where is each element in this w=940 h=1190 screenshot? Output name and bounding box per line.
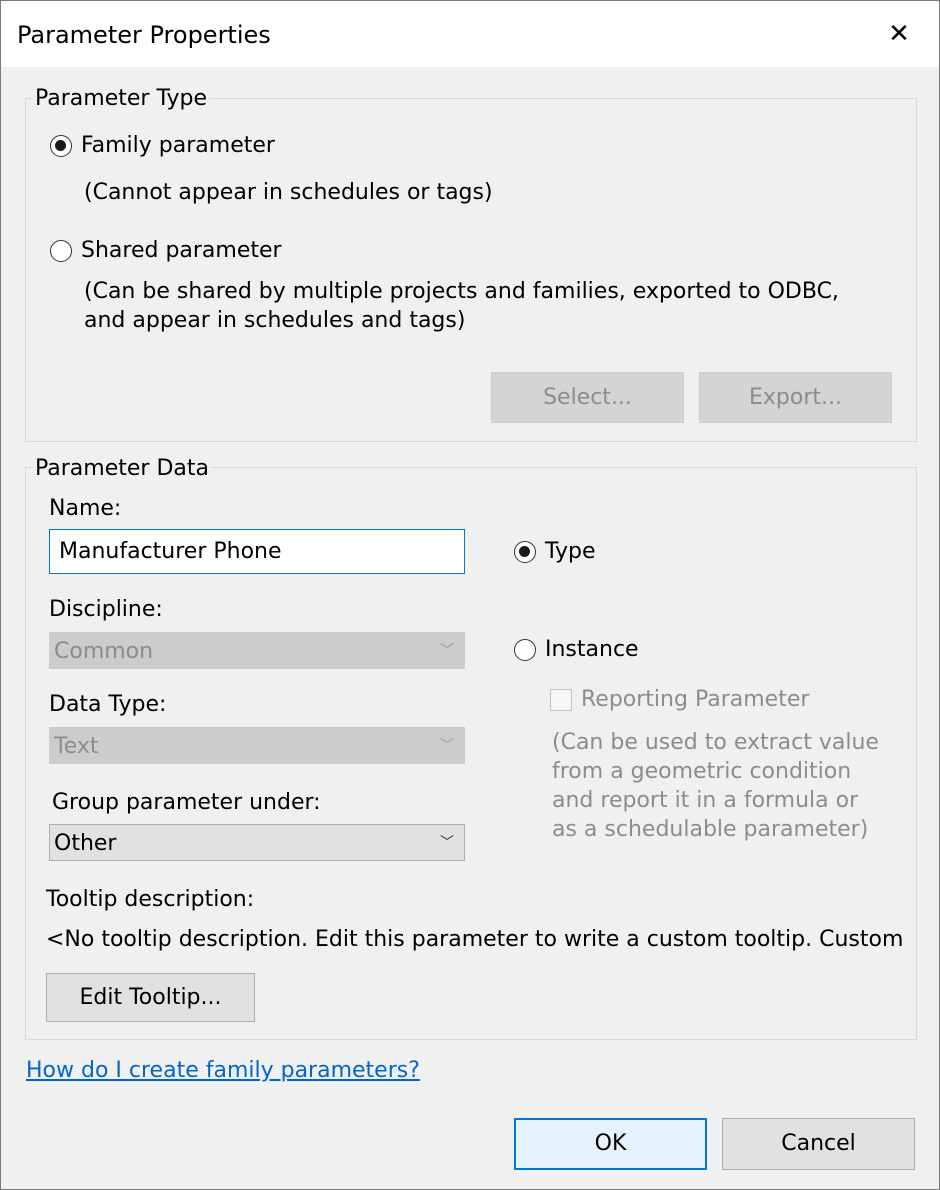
export-button[interactable]: Export... xyxy=(699,372,892,423)
reporting-parameter-checkbox[interactable] xyxy=(550,689,572,711)
group-parameter-value: Other xyxy=(54,831,117,856)
parameter-type-legend: Parameter Type xyxy=(33,85,209,113)
shared-parameter-radio[interactable] xyxy=(50,240,72,262)
reporting-parameter-note: (Can be used to extract value from a geo… xyxy=(552,730,879,842)
shared-parameter-note: (Can be shared by multiple projects and … xyxy=(84,279,839,333)
instance-label[interactable]: Instance xyxy=(545,636,639,664)
tooltip-description-text: <No tooltip description. Edit this param… xyxy=(46,927,904,952)
parameter-data-legend: Parameter Data xyxy=(33,455,211,483)
discipline-select[interactable]: Common ﹀ xyxy=(49,632,465,669)
data-type-label: Data Type: xyxy=(49,692,167,717)
discipline-label: Discipline: xyxy=(49,597,163,622)
parameter-properties-dialog: Parameter Properties ✕ Parameter Type Fa… xyxy=(0,0,940,1190)
ok-button[interactable]: OK xyxy=(514,1118,707,1170)
dialog-title: Parameter Properties xyxy=(17,21,271,49)
family-parameter-radio[interactable] xyxy=(50,135,72,157)
instance-radio[interactable] xyxy=(514,639,536,661)
cancel-button[interactable]: Cancel xyxy=(722,1118,915,1170)
chevron-down-icon: ﹀ xyxy=(440,738,454,754)
chevron-down-icon: ﹀ xyxy=(440,643,454,659)
data-type-value: Text xyxy=(54,734,99,759)
family-parameter-note: (Cannot appear in schedules or tags) xyxy=(84,180,493,205)
family-parameter-label[interactable]: Family parameter xyxy=(81,132,275,160)
select-button[interactable]: Select... xyxy=(491,372,684,423)
name-label: Name: xyxy=(49,496,122,521)
tooltip-description-label: Tooltip description: xyxy=(46,887,255,912)
reporting-parameter-label: Reporting Parameter xyxy=(581,687,810,712)
edit-tooltip-button[interactable]: Edit Tooltip... xyxy=(46,973,255,1022)
group-parameter-label: Group parameter under: xyxy=(52,790,321,815)
chevron-down-icon: ﹀ xyxy=(440,835,454,851)
data-type-select[interactable]: Text ﹀ xyxy=(49,727,465,764)
discipline-value: Common xyxy=(54,639,154,664)
name-input[interactable] xyxy=(49,529,465,574)
title-bar: Parameter Properties ✕ xyxy=(1,1,939,67)
type-radio[interactable] xyxy=(514,541,536,563)
type-label[interactable]: Type xyxy=(545,538,596,566)
help-link[interactable]: How do I create family parameters? xyxy=(26,1057,420,1085)
group-parameter-select[interactable]: Other ﹀ xyxy=(49,824,465,861)
shared-parameter-label[interactable]: Shared parameter xyxy=(81,237,282,265)
close-icon[interactable]: ✕ xyxy=(871,11,927,57)
